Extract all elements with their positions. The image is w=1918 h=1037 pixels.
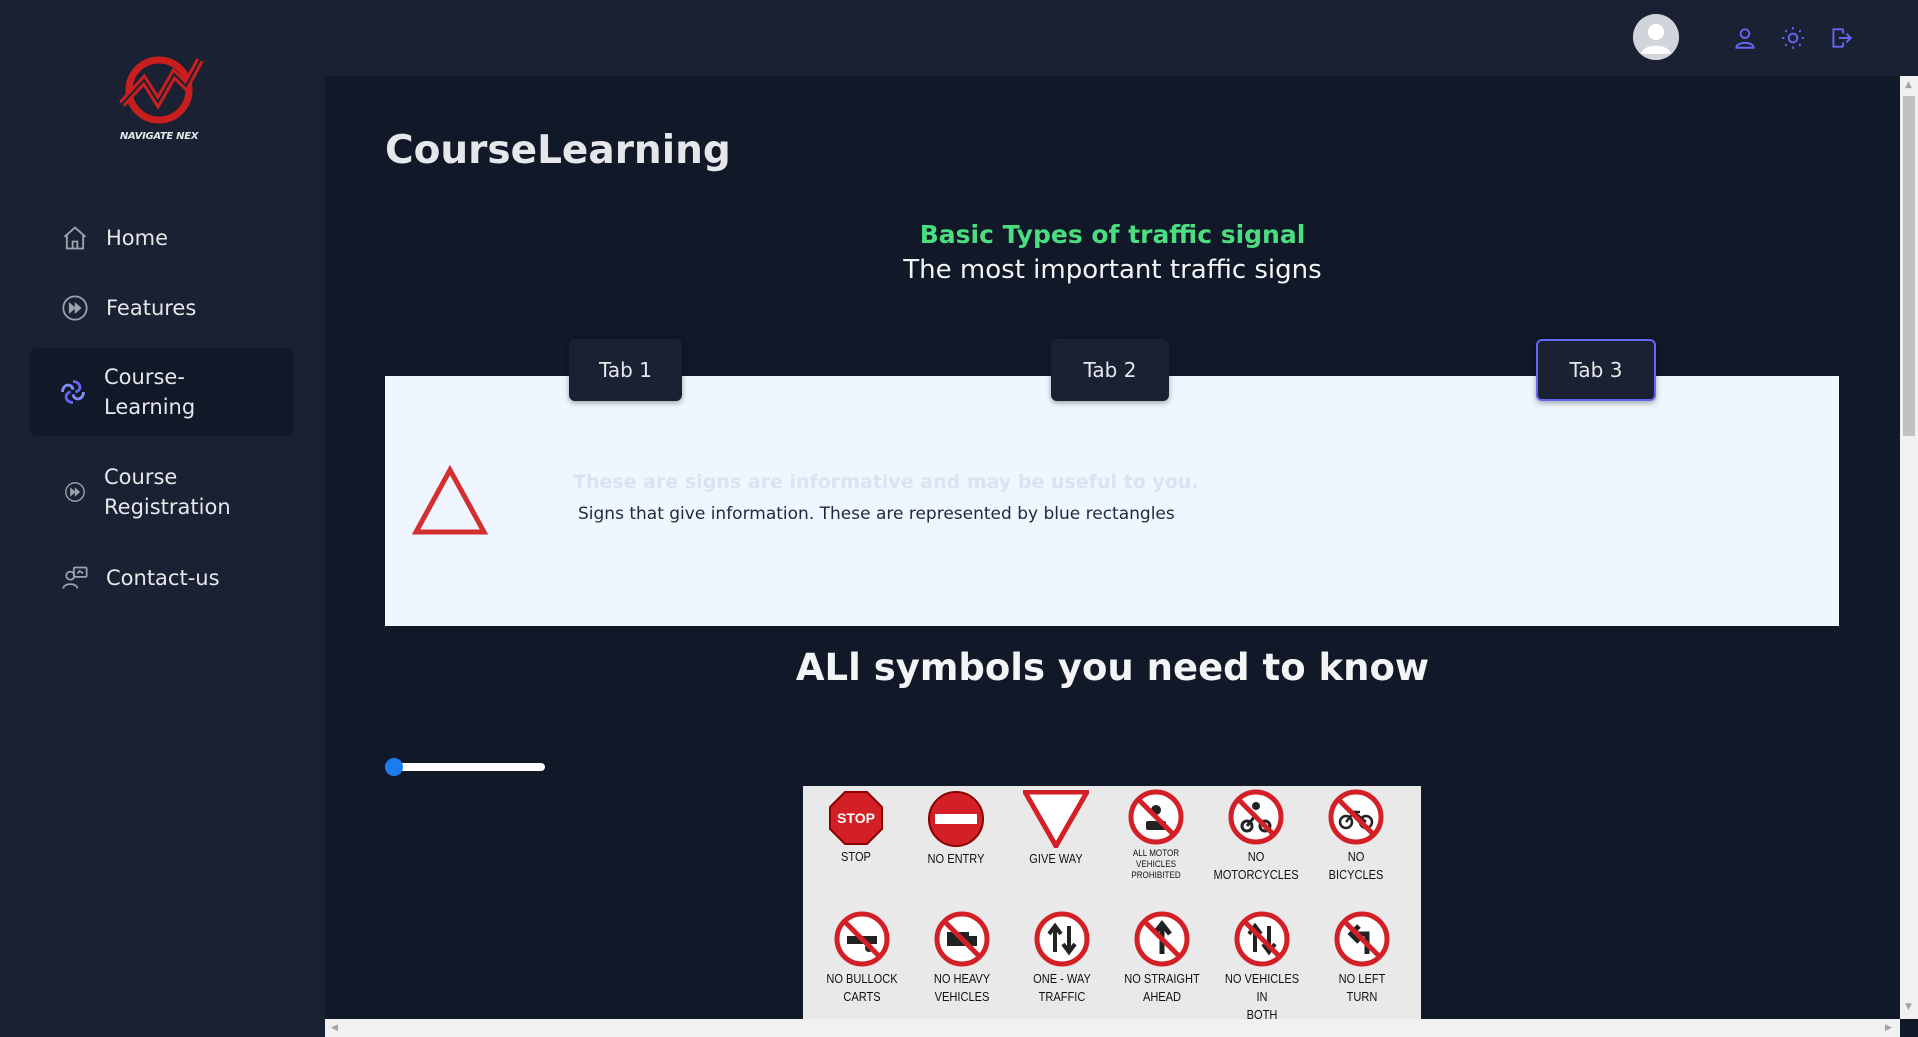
section-subtitle-green: Basic Types of traffic signal [919,220,1306,249]
sign-label: NO BICYCLES [1328,849,1384,882]
vertical-scrollbar[interactable]: ▲ ▼ [1900,76,1918,1019]
sidebar-item-label: Course Registration [104,465,231,519]
give-way-sign: GIVE WAY [1006,790,1106,868]
sign-label: NO STRAIGHT AHEAD [1124,971,1200,1004]
sign-label: ONE - WAY TRAFFIC [1033,971,1091,1004]
top-bar [325,0,1918,76]
sign-label: NO LEFT TURN [1338,971,1386,1004]
brand-name: NAVIGATE NEX [119,131,199,142]
no-entry-sign: NO ENTRY [906,790,1006,868]
section-subtitle: The most important traffic signs [903,255,1322,285]
sign-label: NO VEHICLES IN BOTH DIRECTION [1224,971,1300,1019]
no-left-turn-sign: NO LEFT TURN [1312,910,1412,1006]
user-icon[interactable] [1731,24,1759,52]
vertical-scroll-thumb[interactable] [1903,96,1915,436]
sidebar-item-label: Course- Learning [104,365,196,419]
warning-triangle-icon [411,464,489,536]
sidebar-item-course-learning[interactable]: Course- Learning [30,348,294,436]
brand-logo[interactable]: NAVIGATE NEX [114,52,204,144]
sidebar-item-label: Features [106,296,197,320]
scroll-right-arrow-icon[interactable]: ▶ [1885,1023,1892,1033]
horizontal-scrollbar[interactable]: ◀ ▶ [325,1019,1900,1037]
no-bullock-carts-sign: NO BULLOCK CARTS [812,910,912,1006]
sun-icon[interactable] [1779,24,1807,52]
scroll-left-arrow-icon[interactable]: ◀ [331,1023,338,1033]
navigate-nex-logo-icon [119,56,204,124]
slider-track[interactable] [385,763,545,771]
sign-label: ALL MOTOR VEHICLES PROHIBITED [1131,848,1181,881]
sign-label: NO MOTORCYCLES [1213,849,1299,882]
sidebar-item-home[interactable]: Home [30,208,294,268]
swirl-logo-icon [58,377,88,407]
stop-sign: STOP STOP [806,790,906,866]
sign-label: STOP [841,849,871,864]
sidebar-item-features[interactable]: Features [30,278,294,338]
tab-1[interactable]: Tab 1 [569,339,682,401]
scroll-up-arrow-icon[interactable]: ▲ [1905,80,1912,90]
sidebar-item-course-registration[interactable]: Course Registration [30,448,294,536]
image-slider[interactable] [385,758,545,776]
no-straight-ahead-sign: NO STRAIGHT AHEAD [1112,910,1212,1006]
no-motor-vehicles-sign: ALL MOTOR VEHICLES PROHIBITED [1106,788,1206,881]
sign-label: GIVE WAY [1029,851,1083,866]
no-vehicles-both-directions-sign: NO VEHICLES IN BOTH DIRECTION [1212,910,1312,1019]
svg-text:STOP: STOP [837,810,875,826]
contact-person-icon [60,563,90,593]
fast-forward-circle-icon [60,477,90,507]
tab-3[interactable]: Tab 3 [1536,339,1656,401]
sidebar-item-label: Home [106,226,169,250]
panel-info-text: Signs that give information. These are r… [578,504,1175,524]
fast-forward-circle-icon [60,293,90,323]
sidebar-item-label: Contact-us [106,566,220,590]
scroll-down-arrow-icon[interactable]: ▼ [1905,1002,1912,1012]
sign-label: NO HEAVY VEHICLES [933,971,991,1004]
sign-label: NO BULLOCK CARTS [826,971,898,1004]
no-bicycles-sign: NO BICYCLES [1306,788,1406,884]
panel-faded-text: These are signs are informative and may … [573,471,1199,493]
sidebar: NAVIGATE NEX Home Features Course- Learn… [0,0,325,1037]
avatar[interactable] [1633,14,1679,60]
tab-panel [385,376,1839,626]
slider-thumb[interactable] [385,758,403,776]
no-heavy-vehicles-sign: NO HEAVY VEHICLES [912,910,1012,1006]
symbols-section-title: ALl symbols you need to know [795,646,1430,689]
page-title: CourseLearning [385,128,731,173]
no-motorcycles-sign: NO MOTORCYCLES [1206,788,1306,884]
home-icon [60,223,90,253]
logout-icon[interactable] [1827,24,1855,52]
sidebar-item-contact-us[interactable]: Contact-us [30,548,294,608]
tab-2[interactable]: Tab 2 [1051,339,1169,401]
sign-label: NO ENTRY [927,851,985,866]
one-way-sign: ONE - WAY TRAFFIC [1012,910,1112,1006]
traffic-signs-image: STOP STOP NO ENTRY GIVE WAY ALL MOTOR VE… [803,786,1421,1019]
main-content: CourseLearning Basic Types of traffic si… [325,76,1900,1019]
